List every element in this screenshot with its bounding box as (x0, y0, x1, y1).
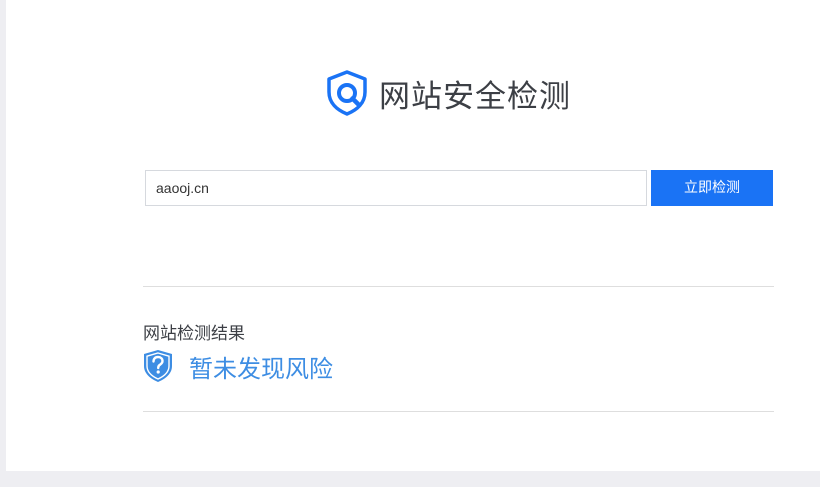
divider-bottom (143, 411, 774, 412)
check-now-button[interactable]: 立即检测 (651, 170, 773, 206)
shield-question-icon (143, 349, 173, 383)
shield-search-icon (325, 70, 369, 116)
result-section-title: 网站检测结果 (143, 324, 245, 344)
result-row: 暂未发现风险 (143, 348, 333, 384)
result-status-text: 暂未发现风险 (189, 354, 333, 383)
divider-top (143, 286, 774, 287)
page-bottom-strip (0, 471, 820, 487)
page-title: 网站安全检测 (379, 78, 571, 115)
url-search-input[interactable] (145, 170, 647, 206)
main-card: 网站安全检测 立即检测 网站检测结果 暂未发现风险 (6, 0, 820, 471)
site-logo: 网站安全检测 (325, 70, 571, 116)
